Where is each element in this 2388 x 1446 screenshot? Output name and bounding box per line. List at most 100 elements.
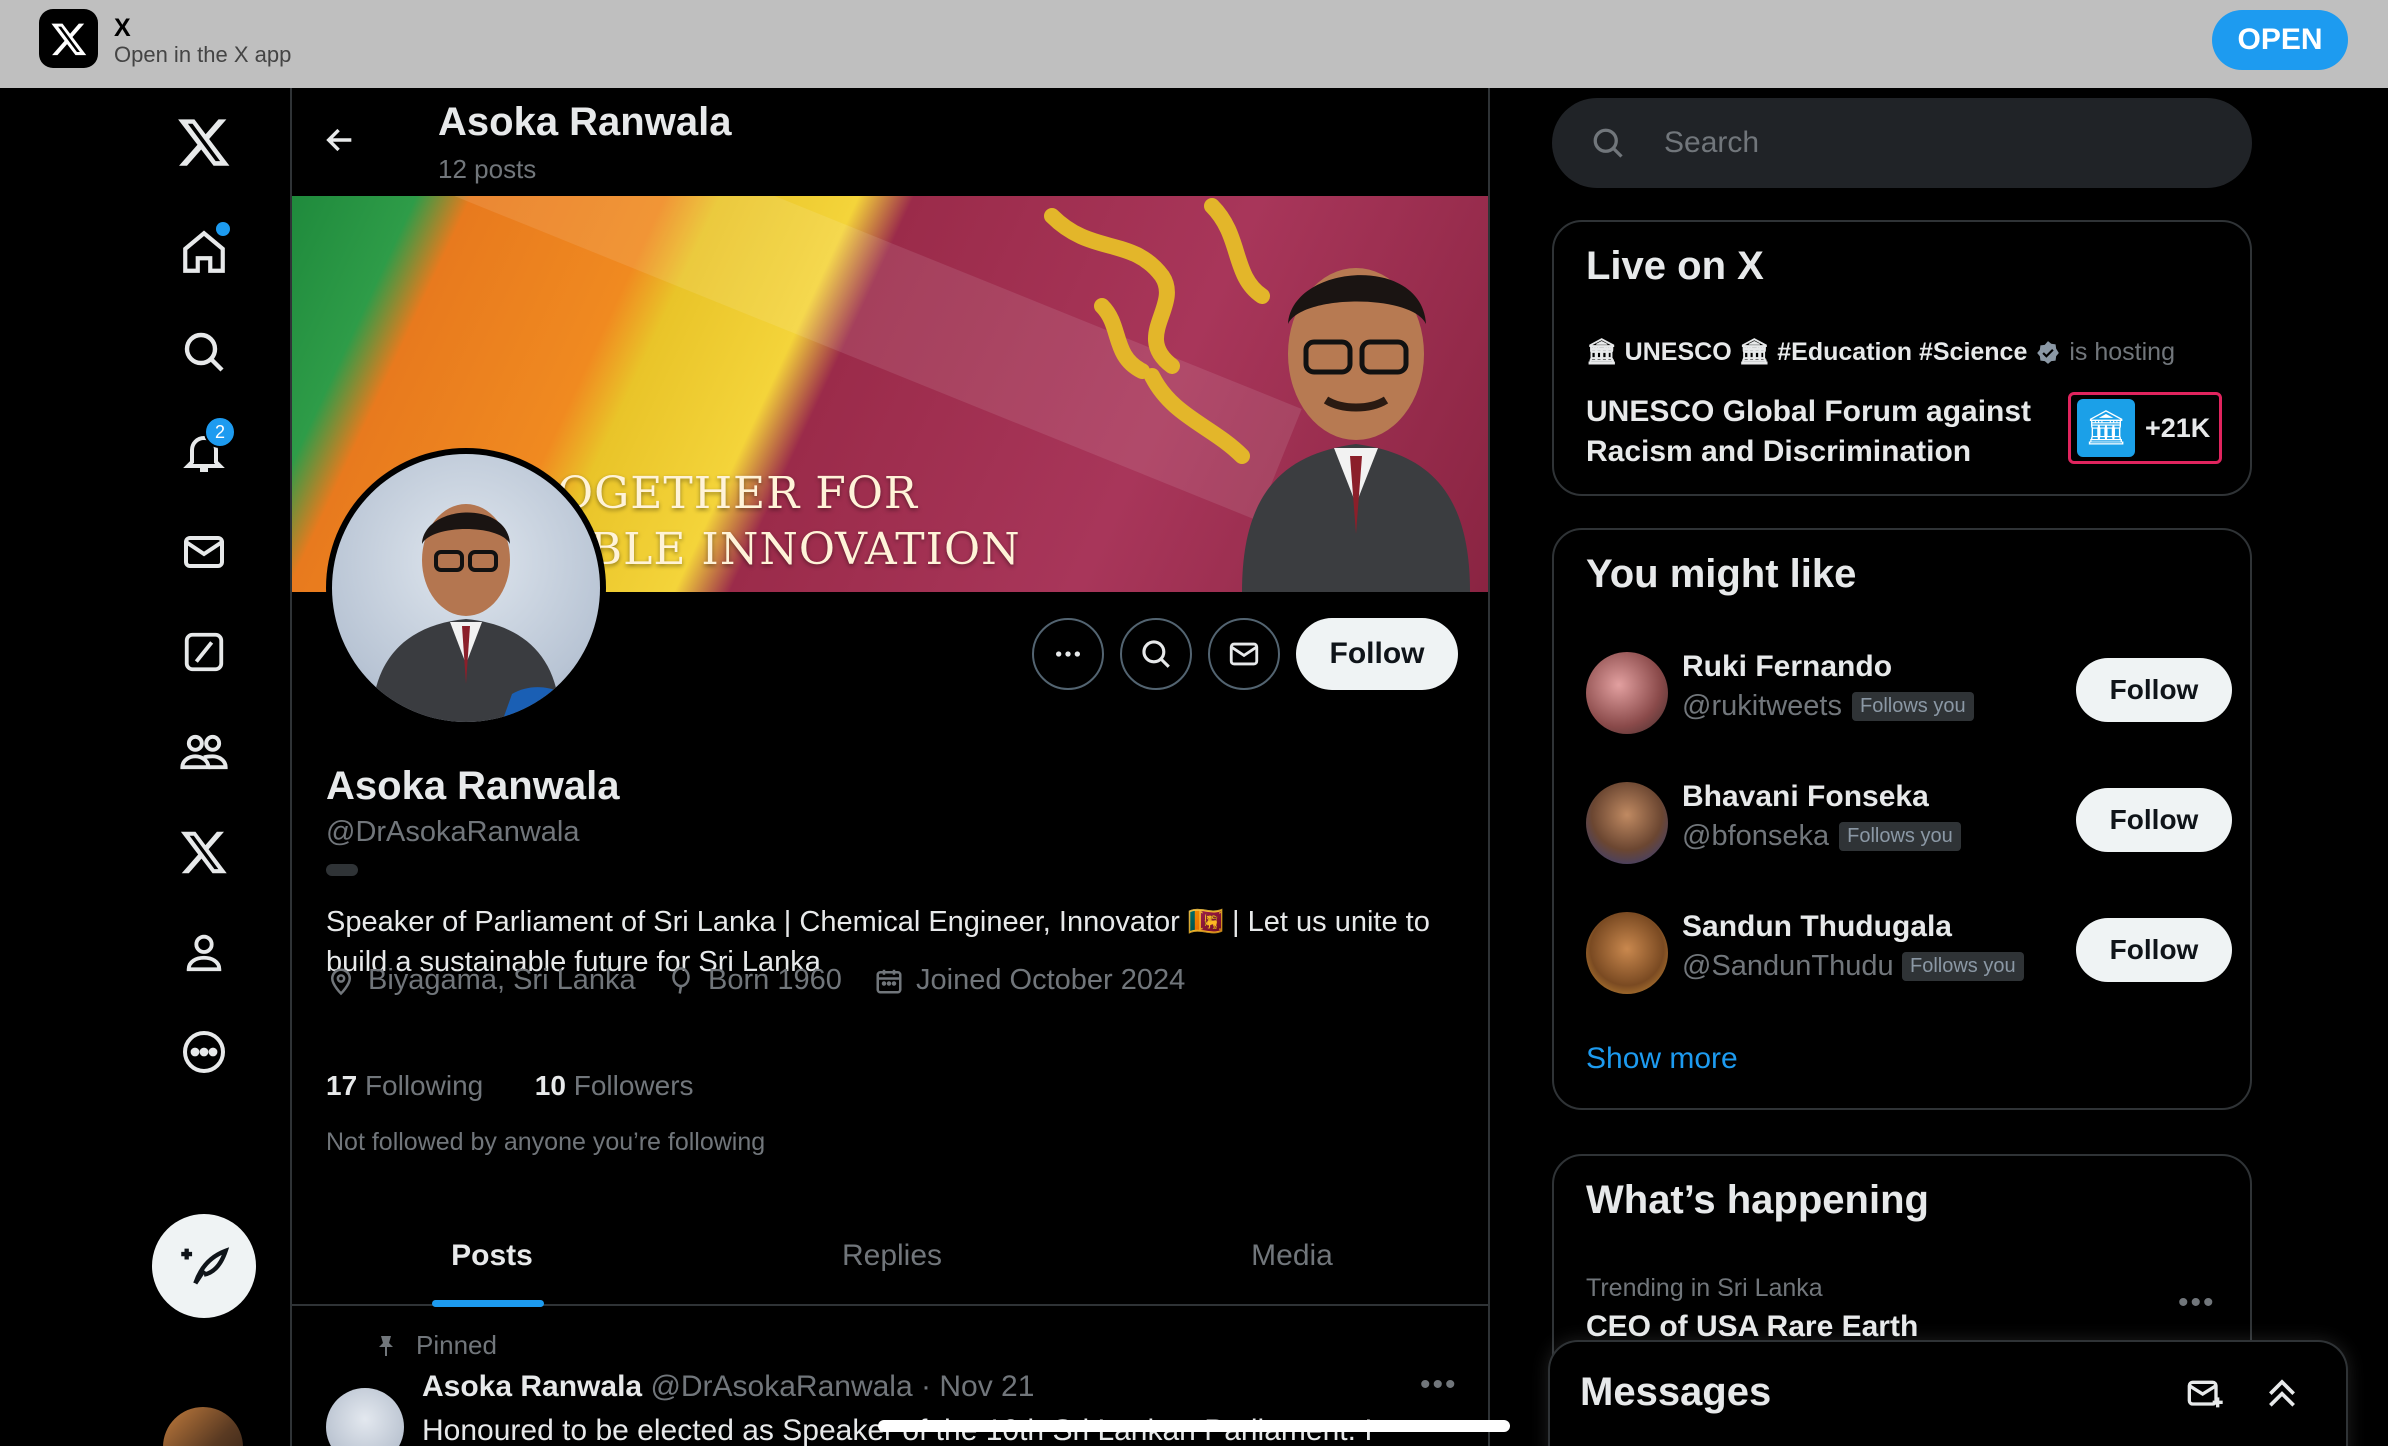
live-host-line[interactable]: 🏛 UNESCO 🏛 #Education #Science is hostin… — [1586, 338, 2236, 367]
location-text: Biyagama, Sri Lanka — [368, 964, 636, 996]
follows-you-badge: Follows you — [1839, 822, 1961, 851]
live-host-suffix: is hosting — [2069, 338, 2175, 366]
you-might-like-heading: You might like — [1586, 552, 1857, 596]
born-text: Born 1960 — [708, 964, 842, 996]
joined-text: Joined October 2024 — [916, 964, 1186, 996]
user-handle-line: @bfonseka Follows you — [1682, 820, 1961, 853]
post-more-icon[interactable]: ••• — [1420, 1368, 1458, 1402]
x-app-icon[interactable] — [39, 9, 98, 68]
message-button[interactable] — [1208, 618, 1280, 690]
app-subtitle: Open in the X app — [114, 42, 292, 67]
not-followed-note: Not followed by anyone you’re following — [326, 1128, 766, 1156]
profile-label-pill — [326, 864, 358, 876]
more-horizontal-icon — [1056, 651, 1080, 657]
user-name[interactable]: Ruki Fernando — [1682, 650, 1892, 684]
suggested-user[interactable]: Bhavani Fonseka @bfonseka Follows you Fo… — [1586, 778, 2232, 868]
calendar-icon — [876, 969, 902, 993]
post-date[interactable]: · Nov 21 — [921, 1370, 1034, 1403]
banner-portrait — [1242, 268, 1470, 592]
post-author-handle[interactable]: @DrAsokaRanwala — [650, 1370, 912, 1403]
suggested-user[interactable]: Ruki Fernando @rukitweets Follows you Fo… — [1586, 648, 2232, 738]
user-avatar[interactable] — [1586, 912, 1668, 994]
user-name[interactable]: Sandun Thudugala — [1682, 910, 1952, 944]
show-more-link[interactable]: Show more — [1586, 1042, 1738, 1076]
live-title[interactable]: UNESCO Global Forum against Racism and D… — [1586, 392, 2056, 472]
communities-icon[interactable] — [164, 712, 244, 792]
following-link[interactable]: 17 Following — [326, 1070, 483, 1101]
listener-count: +21K — [2145, 412, 2211, 443]
search-bar[interactable] — [1552, 98, 2252, 188]
unesco-building-icon: 🏛 — [2077, 399, 2135, 457]
post-author-name[interactable]: Asoka Ranwala — [422, 1370, 642, 1403]
follow-counts: 17 Following 10 Followers — [326, 1070, 694, 1102]
user-handle: @SandunThudu — [1682, 950, 1892, 982]
avatar-portrait — [372, 504, 572, 722]
banner-headline: OGETHER FOR ABLE INNOVATION — [557, 468, 1021, 575]
profile-icon[interactable] — [164, 912, 244, 992]
tab-media[interactable]: Media — [1092, 1208, 1488, 1304]
x-premium-icon[interactable] — [164, 812, 244, 892]
back-button[interactable] — [312, 112, 368, 168]
profile-handle: @DrAsokaRanwala — [326, 816, 580, 848]
follow-button[interactable]: Follow — [2076, 658, 2232, 722]
messages-title: Messages — [1580, 1370, 1772, 1414]
mail-icon — [1229, 642, 1259, 666]
user-avatar[interactable] — [1586, 782, 1668, 864]
profile-header-bar: Asoka Ranwala 12 posts — [292, 88, 1488, 196]
mail-icon[interactable] — [164, 512, 244, 592]
live-heading: Live on X — [1586, 244, 1764, 288]
post-header: Asoka Ranwala @DrAsokaRanwala · Nov 21 — [422, 1370, 1034, 1404]
open-app-button[interactable]: OPEN — [2212, 10, 2348, 70]
grok-icon[interactable] — [164, 612, 244, 692]
tab-posts[interactable]: Posts — [292, 1208, 692, 1304]
follow-button[interactable]: Follow — [2076, 788, 2232, 852]
right-sidebar: Live on X 🏛 UNESCO 🏛 #Education #Science… — [1490, 88, 2388, 1446]
profile-column: Asoka Ranwala 12 posts OGETHER FOR ABLE … — [292, 88, 1490, 1446]
x-logo-icon[interactable] — [164, 102, 244, 182]
pin-icon — [379, 1335, 393, 1356]
follows-you-badge: Follows you — [1902, 952, 2024, 981]
compose-icon — [181, 1247, 230, 1285]
new-message-icon[interactable] — [2186, 1374, 2226, 1419]
account-avatar[interactable] — [163, 1407, 243, 1446]
location-pin-icon — [330, 968, 352, 995]
search-icon — [1142, 640, 1170, 668]
compose-button[interactable] — [152, 1214, 256, 1318]
user-handle-line: @rukitweets Follows you — [1682, 690, 1974, 723]
search-icon — [1593, 128, 1623, 158]
bell-icon[interactable]: 2 — [164, 412, 244, 492]
app-name: X — [114, 14, 131, 42]
more-icon[interactable] — [164, 1012, 244, 1092]
user-avatar[interactable] — [1586, 652, 1668, 734]
post-author-avatar[interactable] — [326, 1388, 404, 1446]
trend-context: Trending in Sri Lanka — [1586, 1274, 1823, 1302]
user-name[interactable]: Bhavani Fonseka — [1682, 780, 1929, 814]
messages-drawer[interactable]: Messages — [1548, 1340, 2348, 1446]
location-item: Biyagama, Sri Lanka — [326, 964, 636, 997]
profile-tabs: Posts Replies Media — [292, 1208, 1488, 1306]
search-icon[interactable] — [164, 312, 244, 392]
suggested-user[interactable]: Sandun Thudugala @SandunThudu Follows yo… — [1586, 908, 2232, 998]
header-title: Asoka Ranwala — [438, 100, 732, 144]
profile-avatar[interactable] — [326, 448, 606, 728]
verified-badge-icon — [2037, 340, 2060, 364]
follow-button[interactable]: Follow — [1296, 618, 1458, 690]
search-profile-button[interactable] — [1120, 618, 1192, 690]
whats-happening-heading: What’s happening — [1586, 1178, 1929, 1222]
trend-more-icon[interactable]: ••• — [2178, 1286, 2216, 1320]
more-options-button[interactable] — [1032, 618, 1104, 690]
trend-title[interactable]: CEO of USA Rare Earth — [1586, 1310, 1918, 1344]
app-open-banner: X Open in the X app OPEN — [0, 0, 2388, 88]
chevron-up-double-icon[interactable] — [2262, 1372, 2302, 1417]
live-listener-count[interactable]: 🏛 +21K — [2068, 392, 2222, 464]
followers-link[interactable]: 10 Followers — [535, 1070, 694, 1101]
follow-button[interactable]: Follow — [2076, 918, 2232, 982]
home-icon[interactable] — [164, 212, 244, 292]
user-handle: @bfonseka — [1682, 820, 1830, 852]
you-might-like-card: You might like Ruki Fernando @rukitweets… — [1552, 528, 2252, 1110]
user-handle: @rukitweets — [1682, 690, 1842, 722]
home-unread-dot — [216, 222, 230, 236]
search-input[interactable] — [1664, 118, 2224, 168]
tab-replies[interactable]: Replies — [692, 1208, 1092, 1304]
profile-name: Asoka Ranwala — [326, 764, 620, 808]
